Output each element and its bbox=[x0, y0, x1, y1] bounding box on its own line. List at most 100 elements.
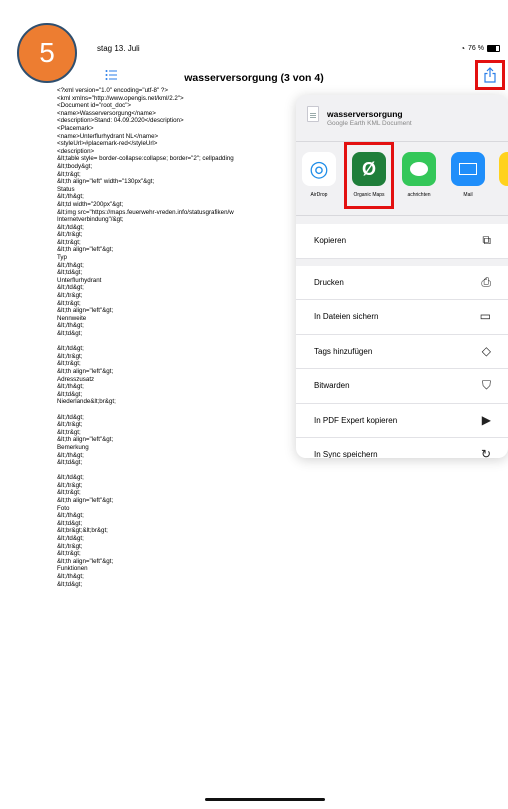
document-line: &lt;/tr&gt; bbox=[57, 231, 83, 239]
document-line: &lt;/th&gt; bbox=[57, 512, 84, 520]
document-line: &lt;/th&gt; bbox=[57, 193, 84, 201]
document-line: &lt;/th&gt; bbox=[57, 261, 84, 269]
document-line: &lt;/th&gt; bbox=[57, 573, 84, 580]
file-name: wasserversorgung bbox=[327, 109, 403, 119]
app-mail[interactable]: Mail bbox=[448, 152, 488, 198]
document-line: &lt;th align="left"&gt; bbox=[57, 436, 114, 444]
share-apps-row: ◎ AirDrop Ø Organic Maps achrichten Mail… bbox=[296, 142, 508, 212]
share-button[interactable] bbox=[475, 60, 505, 90]
document-line: &lt;th align="left"&gt; bbox=[57, 497, 114, 505]
document-line: &lt;/th&gt; bbox=[57, 322, 84, 330]
home-indicator[interactable] bbox=[205, 798, 325, 801]
document-line: Status bbox=[57, 185, 75, 193]
organic-maps-highlight bbox=[344, 142, 394, 209]
document-line: &lt;th align="left"&gt; bbox=[57, 367, 114, 375]
document-line: &lt;td&gt; bbox=[57, 269, 83, 277]
action-label: Tags hinzufügen bbox=[314, 346, 373, 356]
folder-icon: ▭ bbox=[479, 309, 491, 323]
share-actions: Kopieren ⧉ Drucken ⎙ In Dateien sichern … bbox=[296, 224, 508, 458]
document-line: &lt;tr&gt; bbox=[57, 428, 81, 436]
action-save-to-files[interactable]: In Dateien sichern ▭ bbox=[296, 300, 508, 335]
tag-icon: ◇ bbox=[481, 343, 491, 358]
document-line: Unterflurhydrant bbox=[57, 276, 102, 284]
action-add-tags[interactable]: Tags hinzufügen ◇ bbox=[296, 334, 508, 369]
battery-icon bbox=[487, 45, 500, 52]
document-line: &lt;tr&gt; bbox=[57, 360, 81, 368]
app-label: Mail bbox=[463, 192, 473, 198]
document-line: &lt;td width="200px"&gt; bbox=[57, 200, 124, 208]
document-line: &lt;/td&gt; bbox=[57, 223, 84, 231]
document-line: &lt;/td&gt; bbox=[57, 413, 84, 421]
document-title: wasserversorgung (3 von 4) bbox=[184, 72, 324, 84]
document-line: &lt;th align="left"&gt; bbox=[57, 557, 114, 565]
file-type: Google Earth KML Document bbox=[327, 120, 412, 127]
document-line: Bemerkung bbox=[57, 443, 89, 451]
document-line: <styleUrl>#placemark-red</styleUrl> bbox=[57, 140, 158, 148]
action-label: In PDF Expert kopieren bbox=[314, 415, 398, 425]
document-line: Nennweite bbox=[57, 314, 87, 322]
step-badge: 5 bbox=[17, 23, 77, 83]
pdf-expert-icon: ▶ bbox=[481, 412, 491, 427]
document-line: &lt;/th&gt; bbox=[57, 383, 84, 391]
document-line: <description> bbox=[57, 147, 95, 155]
document-line: &lt;/tr&gt; bbox=[57, 292, 83, 300]
document-line: <?xml version="1.0" encoding="utf-8" ?> bbox=[57, 87, 168, 94]
document-line: &lt;th align="left" width="130px"&gt; bbox=[57, 178, 155, 186]
airdrop-icon: ◎ bbox=[302, 152, 336, 186]
document-line: <description>Stand: 04.09.2020</descript… bbox=[57, 117, 184, 125]
app-airdrop[interactable]: ◎ AirDrop bbox=[299, 152, 339, 198]
action-copy[interactable]: Kopieren ⧉ bbox=[296, 224, 508, 259]
document-line: &lt;td&gt; bbox=[57, 330, 83, 337]
document-line: &lt;/tr&gt; bbox=[57, 421, 83, 429]
action-label: Drucken bbox=[314, 277, 344, 287]
document-line: &lt;/td&gt; bbox=[57, 535, 84, 543]
action-bitwarden[interactable]: Bitwarden ⛉ bbox=[296, 369, 508, 404]
document-line: &lt;/th&gt; bbox=[57, 451, 84, 459]
document-line: &lt;/td&gt; bbox=[57, 284, 84, 292]
shield-icon: ⛉ bbox=[481, 378, 491, 392]
document-line: &lt;td&gt; bbox=[57, 459, 83, 467]
document-line: &lt;/tr&gt; bbox=[57, 542, 83, 550]
action-label: Bitwarden bbox=[314, 381, 350, 390]
document-line: <kml xmlns="http://www.opengis.net/kml/2… bbox=[57, 94, 184, 102]
action-pdf-expert[interactable]: In PDF Expert kopieren ▶ bbox=[296, 403, 508, 438]
share-icon bbox=[484, 67, 496, 83]
status-indicators: ◔ 76 % bbox=[460, 44, 500, 53]
document-line: &lt;/td&gt; bbox=[57, 474, 84, 482]
notes-icon bbox=[499, 152, 508, 186]
messages-icon bbox=[402, 152, 436, 186]
file-icon bbox=[307, 106, 319, 122]
app-notes[interactable]: N bbox=[496, 152, 508, 198]
mail-icon bbox=[451, 152, 485, 186]
app-messages[interactable]: achrichten bbox=[399, 152, 439, 198]
document-line: &lt;tr&gt; bbox=[57, 550, 81, 558]
wifi-icon: ◔ bbox=[460, 44, 466, 53]
action-print[interactable]: Drucken ⎙ bbox=[296, 265, 508, 300]
document-line: <name>Unterflurhydrant NL</name> bbox=[57, 132, 159, 140]
action-label: In Sync speichern bbox=[314, 450, 378, 458]
document-line: <Placemark> bbox=[57, 124, 94, 132]
document-content: <?xml version="1.0" encoding="utf-8" ?> <… bbox=[57, 87, 297, 807]
document-line: &lt;td&gt; bbox=[57, 580, 83, 588]
document-line: &lt;tr&gt; bbox=[57, 489, 81, 497]
document-line: &lt;/td&gt; bbox=[57, 345, 84, 353]
document-line: &lt;tr&gt; bbox=[57, 238, 81, 246]
document-line: &lt;td&gt; bbox=[57, 390, 83, 398]
action-label: In Dateien sichern bbox=[314, 312, 379, 321]
battery-percentage: 76 % bbox=[468, 45, 484, 52]
document-line: Typ bbox=[57, 254, 67, 262]
document-line: &lt;tbody&gt; bbox=[57, 162, 93, 170]
document-line: Foto bbox=[57, 504, 70, 512]
app-label: AirDrop bbox=[310, 192, 328, 198]
document-line: &lt;img src="https://maps.feuerwehr-vred… bbox=[57, 208, 234, 216]
share-sheet-header: wasserversorgung Google Earth KML Docume… bbox=[296, 95, 508, 141]
action-sync[interactable]: In Sync speichern ↻ bbox=[296, 438, 508, 458]
document-line: <name>Wasserversorgung</name> bbox=[57, 109, 156, 117]
status-date: stag 13. Juli bbox=[97, 44, 140, 53]
document-line: &lt;td&gt; bbox=[57, 519, 83, 527]
document-line: &lt;th align="left"&gt; bbox=[57, 246, 114, 254]
document-line: Internetverbindung"/&gt; bbox=[57, 216, 124, 224]
document-line: Funktionen bbox=[57, 565, 88, 573]
